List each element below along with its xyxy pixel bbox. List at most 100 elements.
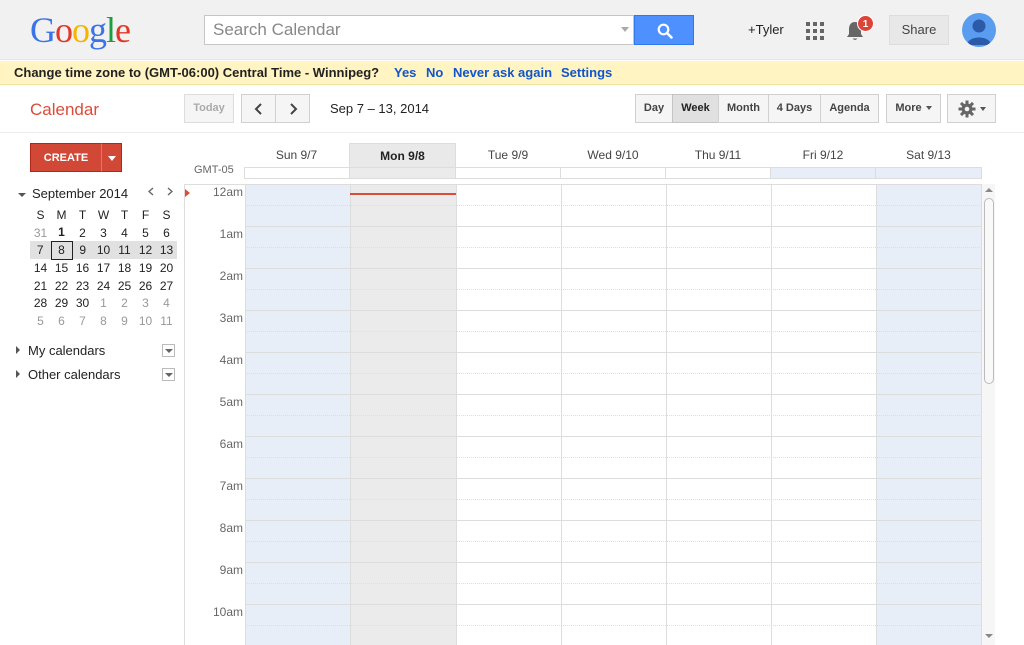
user-profile-link[interactable]: +Tyler [748, 22, 784, 37]
mini-day[interactable]: 7 [30, 241, 51, 260]
view-agenda-button[interactable]: Agenda [820, 94, 879, 123]
allday-cell[interactable] [455, 167, 560, 179]
mini-next-month-button[interactable] [167, 187, 174, 199]
mini-day[interactable]: 18 [114, 259, 135, 277]
mini-day[interactable]: 2 [114, 294, 135, 312]
allday-cell[interactable] [665, 167, 770, 179]
mini-day[interactable]: 8 [93, 312, 114, 330]
mini-week-row: 28 29 30 1 2 3 4 [30, 294, 177, 312]
hour-line [245, 268, 982, 269]
avatar[interactable] [962, 13, 996, 47]
view-day-button[interactable]: Day [635, 94, 673, 123]
mini-day[interactable]: 7 [72, 312, 93, 330]
mini-day[interactable]: 9 [72, 241, 93, 260]
mini-day[interactable]: 3 [93, 224, 114, 242]
mini-day[interactable]: 26 [135, 277, 156, 295]
apps-grid-icon[interactable] [806, 22, 824, 40]
view-week-button[interactable]: Week [672, 94, 719, 123]
mini-day[interactable]: 4 [114, 224, 135, 242]
scrollbar-thumb[interactable] [984, 198, 994, 384]
mini-day[interactable]: 6 [156, 224, 177, 242]
notification-badge[interactable]: 1 [857, 15, 874, 32]
mini-day[interactable]: 29 [51, 294, 72, 312]
mini-day[interactable]: 22 [51, 277, 72, 295]
scroll-up-icon[interactable] [985, 188, 993, 192]
mini-day[interactable]: 16 [72, 259, 93, 277]
mini-day[interactable]: 1 [93, 294, 114, 312]
view-4-days-button[interactable]: 4 Days [768, 94, 821, 123]
allday-cell[interactable] [875, 167, 982, 179]
chevron-down-icon [108, 156, 116, 161]
more-button[interactable]: More [886, 94, 941, 123]
other-calendars-menu-button[interactable] [162, 368, 175, 381]
app-title[interactable]: Calendar [30, 100, 99, 120]
day-header-sat[interactable]: Sat 9/13 [875, 143, 982, 167]
search-input[interactable] [205, 16, 605, 44]
other-calendars-toggle[interactable]: Other calendars [16, 367, 121, 382]
mini-day[interactable]: 15 [51, 259, 72, 277]
mini-day[interactable]: 20 [156, 259, 177, 277]
mini-day[interactable]: 24 [93, 277, 114, 295]
day-header-thu[interactable]: Thu 9/11 [665, 143, 771, 167]
mini-day[interactable]: 11 [114, 241, 135, 260]
search-options-chevron-down-icon[interactable] [621, 27, 629, 32]
mini-day[interactable]: 13 [156, 241, 177, 260]
mini-day[interactable]: 25 [114, 277, 135, 295]
mini-day[interactable]: 2 [72, 224, 93, 242]
mini-day[interactable]: 5 [30, 312, 51, 330]
google-logo[interactable]: Google [30, 10, 131, 50]
mini-day[interactable]: 12 [135, 241, 156, 260]
today-button[interactable]: Today [184, 94, 234, 123]
timezone-settings-link[interactable]: Settings [561, 61, 612, 85]
day-header-mon[interactable]: Mon 9/8 [349, 143, 456, 167]
allday-cell[interactable] [560, 167, 665, 179]
mini-calendar-grid: S M T W T F S 31 1 2 3 4 5 6 7 8 9 10 11… [30, 206, 178, 330]
my-calendars-toggle[interactable]: My calendars [16, 343, 105, 358]
allday-cell[interactable] [244, 167, 349, 179]
mini-day[interactable]: 27 [156, 277, 177, 295]
mini-day-today[interactable]: 8 [50, 240, 73, 260]
mini-day[interactable]: 9 [114, 312, 135, 330]
mini-day[interactable]: 3 [135, 294, 156, 312]
scroll-down-icon[interactable] [985, 634, 993, 638]
mini-day[interactable]: 11 [156, 312, 177, 330]
mini-day[interactable]: 10 [135, 312, 156, 330]
mini-day[interactable]: 14 [30, 259, 51, 277]
search-button[interactable] [634, 15, 694, 45]
day-header-fri[interactable]: Fri 9/12 [770, 143, 876, 167]
mini-prev-month-button[interactable] [147, 187, 154, 199]
mini-day[interactable]: 1 [51, 224, 72, 242]
mini-day[interactable]: 30 [72, 294, 93, 312]
timezone-no-link[interactable]: No [426, 61, 443, 85]
hour-line [245, 520, 982, 521]
settings-button[interactable] [947, 94, 996, 123]
mini-day[interactable]: 23 [72, 277, 93, 295]
day-header-sun[interactable]: Sun 9/7 [244, 143, 349, 167]
mini-day[interactable]: 19 [135, 259, 156, 277]
create-event-button[interactable]: CREATE [30, 143, 102, 172]
mini-day[interactable]: 5 [135, 224, 156, 242]
mini-day[interactable]: 17 [93, 259, 114, 277]
share-button[interactable]: Share [889, 15, 949, 45]
view-month-button[interactable]: Month [718, 94, 769, 123]
collapse-triangle-icon[interactable] [18, 193, 26, 197]
mini-day[interactable]: 28 [30, 294, 51, 312]
grid-scrollbar[interactable] [981, 184, 995, 645]
mini-calendar-month[interactable]: September 2014 [32, 186, 128, 201]
my-calendars-menu-button[interactable] [162, 344, 175, 357]
day-header-wed[interactable]: Wed 9/10 [560, 143, 666, 167]
next-period-button[interactable] [275, 94, 310, 123]
mini-day[interactable]: 31 [30, 224, 51, 242]
allday-cell[interactable] [349, 167, 455, 179]
mini-day[interactable]: 10 [93, 241, 114, 260]
mini-day[interactable]: 21 [30, 277, 51, 295]
mini-day[interactable]: 6 [51, 312, 72, 330]
previous-period-button[interactable] [241, 94, 276, 123]
half-hour-line [245, 541, 982, 542]
timezone-yes-link[interactable]: Yes [394, 61, 416, 85]
timezone-never-ask-link[interactable]: Never ask again [453, 61, 552, 85]
allday-cell[interactable] [770, 167, 875, 179]
mini-day[interactable]: 4 [156, 294, 177, 312]
day-header-tue[interactable]: Tue 9/9 [455, 143, 561, 167]
create-options-button[interactable] [101, 143, 122, 172]
